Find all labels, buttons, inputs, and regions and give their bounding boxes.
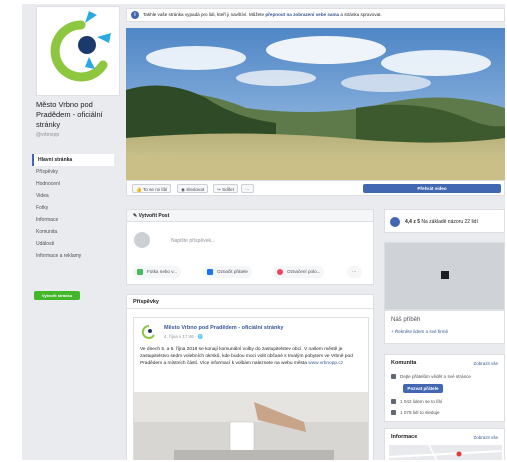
posts-title: Příspěvky xyxy=(127,295,373,309)
map-placeholder[interactable] xyxy=(384,242,505,310)
more-button[interactable]: ··· xyxy=(241,184,254,193)
post-text: Ve dnech 5. a 6. října 2018 se konají ko… xyxy=(140,347,353,366)
info-see-all-link[interactable]: Zobrazit vše xyxy=(473,435,498,440)
sidebar-nav: Hlavní stránka Příspěvky Hodnocení Videa… xyxy=(32,154,114,262)
our-story-card: Náš příběh + Řekněte lidem o své firmě xyxy=(384,310,505,344)
rating-card[interactable]: 4,4 z 5 Na základě názoru 22 lidí xyxy=(384,209,505,233)
photo-video-option[interactable]: Fotka nebo v... xyxy=(133,266,182,278)
landscape-image xyxy=(126,28,505,180)
switch-view-link[interactable]: přepnout na zobrazení sebe sama xyxy=(265,12,339,17)
page-handle[interactable]: @vrbnopp xyxy=(36,132,59,138)
post-link[interactable]: www.vrbnopp.cz xyxy=(308,361,343,366)
follow-button[interactable]: ◉ Sledovat xyxy=(177,184,209,193)
rss-icon xyxy=(391,410,396,416)
likes-count: 1 042 lidem se to líbí xyxy=(391,399,442,405)
map-pin-icon xyxy=(456,451,462,457)
community-title: Komunita xyxy=(391,360,417,366)
community-see-all-link[interactable]: Zobrazit vše xyxy=(473,361,498,366)
post-image[interactable] xyxy=(134,392,368,460)
thumbs-up-icon: 👍 xyxy=(136,187,142,192)
avatar[interactable] xyxy=(134,232,150,248)
sidebar-item-about[interactable]: Informace xyxy=(32,214,114,226)
view-as-notice: i Takhle vaše stránka vypadá pro lidi, kt… xyxy=(126,8,505,22)
notice-text-after: a stránku spravovat. xyxy=(340,12,382,17)
page-name[interactable]: Město Vrbno pod Pradědem - oficiální str… xyxy=(36,100,122,130)
left-sidebar: Město Vrbno pod Pradědem - oficiální str… xyxy=(22,4,122,460)
image-icon xyxy=(441,271,449,279)
page-logo[interactable] xyxy=(36,6,120,96)
community-card: Komunita Zobrazit vše Dejte přátelům věd… xyxy=(384,354,505,422)
sidebar-item-videos[interactable]: Videa xyxy=(32,190,114,202)
sidebar-item-photos[interactable]: Fotky xyxy=(32,202,114,214)
info-card: Informace Zobrazit vše xyxy=(384,428,505,460)
map-thumbnail[interactable] xyxy=(389,445,502,460)
people-icon xyxy=(391,374,396,380)
ballot-box-image xyxy=(134,392,368,460)
sidebar-item-posts[interactable]: Příspěvky xyxy=(32,166,114,178)
share-button[interactable]: ↪ Sdílet xyxy=(213,184,238,193)
info-icon: i xyxy=(131,10,139,19)
share-icon: ↪ xyxy=(217,187,221,192)
tag-icon xyxy=(207,269,213,275)
create-post-title[interactable]: ✎ Vytvořit Post xyxy=(127,210,373,222)
post-composer-input[interactable]: Napište příspěvek... xyxy=(171,238,215,244)
rss-icon: ◉ xyxy=(181,187,186,192)
thumbs-up-icon xyxy=(391,399,396,405)
sidebar-item-events[interactable]: Události xyxy=(32,238,114,250)
like-button[interactable]: 👍 To se mi líbí xyxy=(132,184,172,193)
sidebar-item-info-ads[interactable]: Informace a reklamy xyxy=(32,250,114,262)
check-in-option[interactable]: Označení polo... xyxy=(273,266,325,278)
create-post-card: ✎ Vytvořit Post Napište příspěvek... Fot… xyxy=(126,209,374,285)
photo-icon xyxy=(137,269,143,275)
our-story-link[interactable]: + Řekněte lidem o své firmě xyxy=(391,329,448,334)
notice-text: Takhle vaše stránka vypadá pro lidi, kte… xyxy=(143,12,265,17)
invite-friends-button[interactable]: Pozvat přátele xyxy=(403,384,443,393)
cover-photo[interactable] xyxy=(126,28,505,180)
follows-count: 1 078 lidí to sleduje xyxy=(391,410,440,416)
post-author[interactable]: Město Vrbno pod Pradědem - oficiální str… xyxy=(164,325,284,331)
tag-friends-option[interactable]: Označit přátele xyxy=(203,266,252,278)
facebook-page: Město Vrbno pod Pradědem - oficiální str… xyxy=(22,4,505,460)
sidebar-item-home[interactable]: Hlavní stránka xyxy=(32,154,114,166)
info-title: Informace xyxy=(391,434,418,440)
invite-text: Dejte přátelům vědět o své stránce xyxy=(391,374,471,380)
post-author-avatar[interactable] xyxy=(140,323,158,341)
composer-options: Fotka nebo v... Označit přátele Označení… xyxy=(133,266,367,278)
rating-score: 4,4 z 5 xyxy=(405,219,421,225)
rating-text: Na základě názoru 22 lidí xyxy=(421,219,478,225)
sidebar-item-community[interactable]: Komunita xyxy=(32,226,114,238)
post-card: Město Vrbno pod Pradědem - oficiální str… xyxy=(133,317,369,460)
star-icon xyxy=(390,217,400,227)
play-video-button[interactable]: Přehrát video xyxy=(363,184,501,193)
composer-more-button[interactable]: ··· xyxy=(347,266,362,278)
posts-section: Příspěvky Město Vrbno pod Pradědem - ofi… xyxy=(126,294,374,460)
our-story-title: Náš příběh xyxy=(391,317,421,323)
create-page-button[interactable]: Vytvořit stránku xyxy=(34,291,80,300)
city-logo-icon xyxy=(50,11,111,82)
sidebar-item-reviews[interactable]: Hodnocení xyxy=(32,178,114,190)
location-pin-icon xyxy=(277,269,283,275)
page-action-bar: 👍 To se mi líbí ◉ Sledovat ↪ Sdílet ··· … xyxy=(126,180,505,196)
post-timestamp[interactable]: 4. října v 17:46 · 🌐 xyxy=(164,334,203,340)
